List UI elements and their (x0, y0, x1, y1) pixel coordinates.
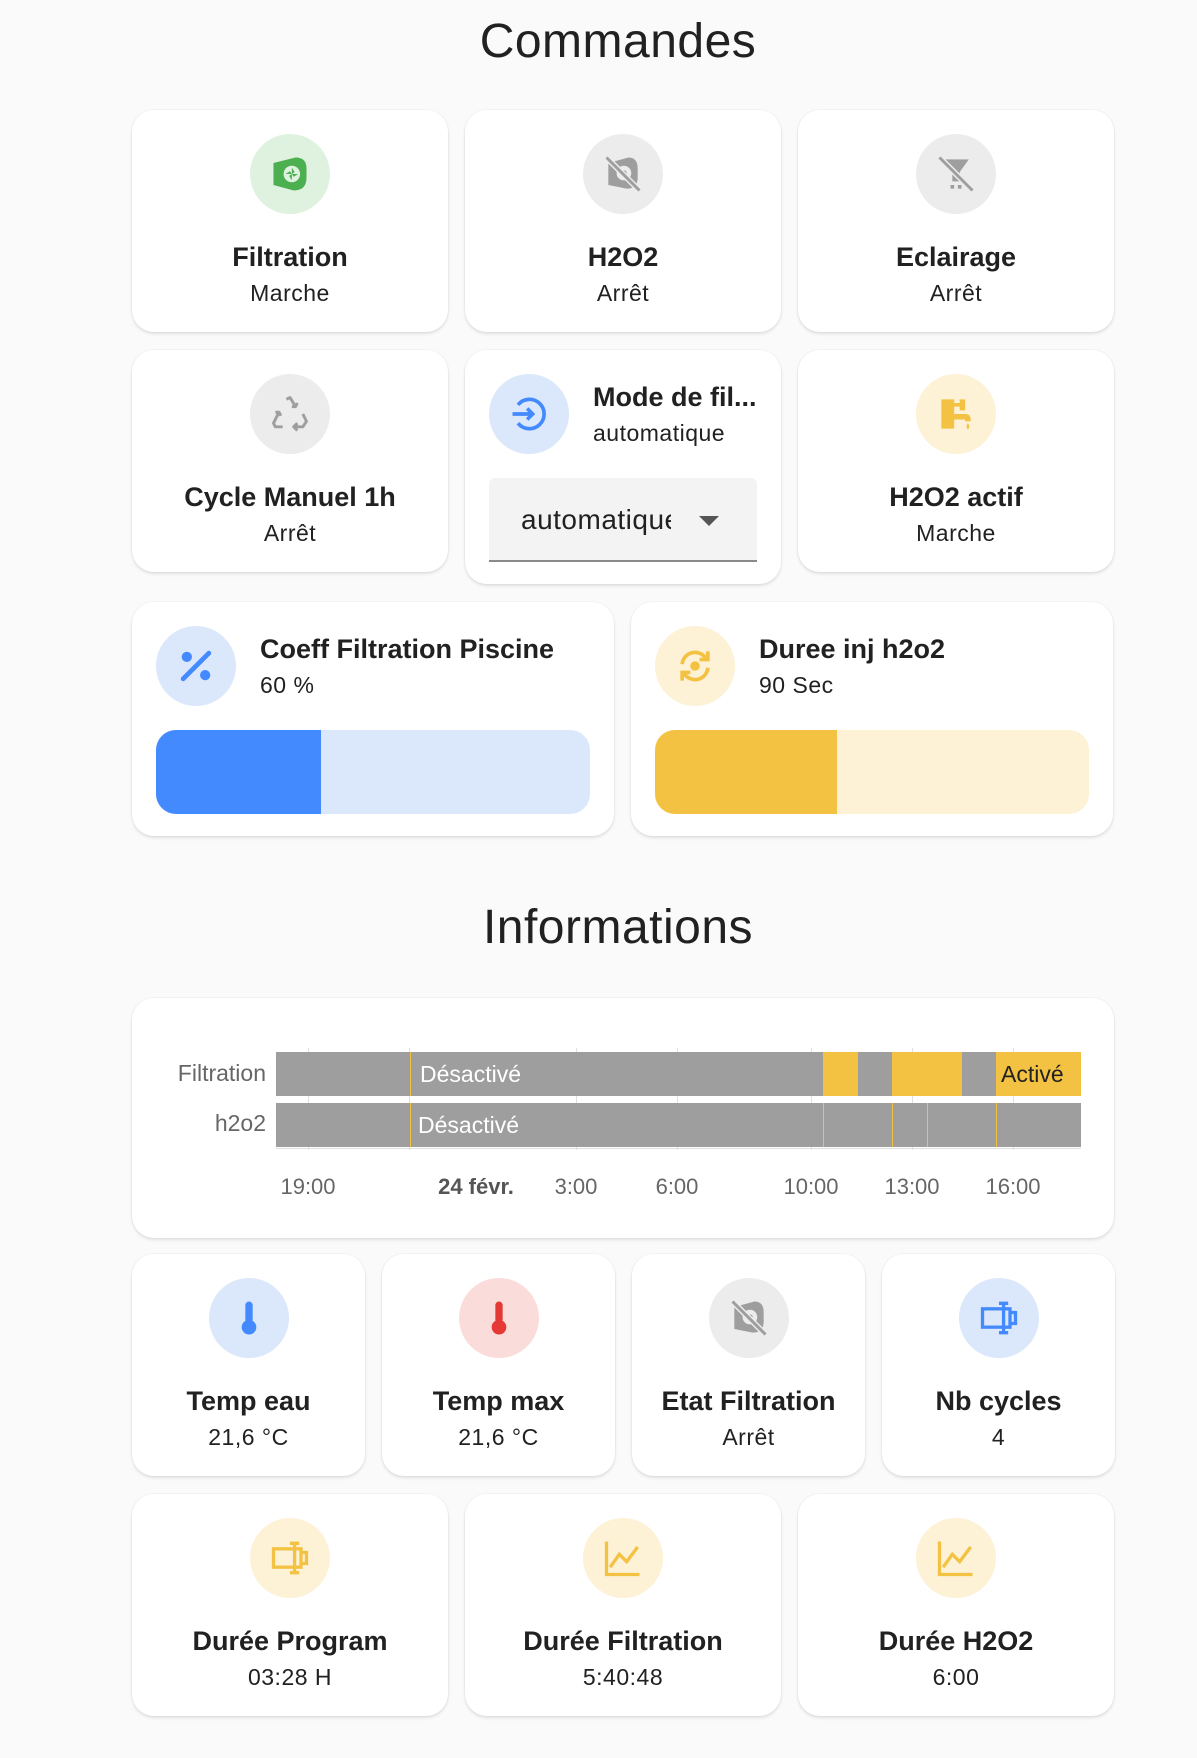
timeline-segment (892, 1103, 893, 1147)
temp-eau-name: Temp eau (186, 1386, 311, 1416)
thermometer-icon (208, 1278, 289, 1358)
history-timeline-card: Filtration Désactivé Activé h2o2 Désacti… (132, 998, 1114, 1238)
mode-name: Mode de fil... (593, 382, 757, 412)
filtration-state: Marche (250, 280, 330, 306)
nb-cycles-name: Nb cycles (935, 1386, 1062, 1416)
coeff-card: Coeff Filtration Piscine 60 % (132, 602, 614, 836)
duree-filtration-card[interactable]: Durée Filtration 5:40:48 (465, 1494, 781, 1716)
duree-inj-name: Duree inj h2o2 (759, 634, 946, 664)
pump-icon (250, 134, 330, 214)
timeline-segment[interactable] (823, 1052, 858, 1096)
mode-card: Mode de fil... automatique automatique (465, 350, 781, 584)
nb-cycles-state: 4 (991, 1424, 1006, 1450)
temp-eau-card[interactable]: Temp eau 21,6 °C (132, 1254, 365, 1476)
cycle-card[interactable]: Cycle Manuel 1h Arrêt (132, 350, 448, 572)
timeline-state-label: Désactivé (420, 1061, 521, 1087)
pump-off-icon (708, 1278, 789, 1358)
timeline-tick-label: 10:00 (783, 1174, 839, 1199)
chart-line-icon (583, 1518, 663, 1598)
temp-max-state: 21,6 °C (458, 1424, 539, 1450)
nb-cycles-card[interactable]: Nb cycles 4 (882, 1254, 1115, 1476)
timeline-axis (276, 1148, 1081, 1149)
timeline-tick-label: 16:00 (985, 1174, 1041, 1199)
h2o2-card[interactable]: H2O2 Arrêt (465, 110, 781, 332)
mode-select-value: automatique (521, 504, 671, 535)
timeline-row-label: h2o2 (214, 1110, 266, 1136)
h2o2-timeline-track[interactable]: Désactivé (276, 1103, 1081, 1147)
section-title-commandes: Commandes (479, 15, 757, 68)
light-off-icon (916, 134, 996, 214)
h2o2-state: Arrêt (596, 280, 650, 306)
timeline-segment (996, 1103, 997, 1147)
timeline-segment (823, 1103, 824, 1147)
duree-program-card[interactable]: Durée Program 03:28 H (132, 1494, 448, 1716)
filtration-name: Filtration (232, 242, 348, 272)
duree-inj-state: 90 Sec (759, 672, 834, 698)
duree-filtration-name: Durée Filtration (523, 1626, 723, 1656)
mode-select[interactable]: automatique (489, 478, 757, 562)
timeline-row-label: Filtration (177, 1060, 266, 1086)
timeline-segment[interactable] (927, 1052, 962, 1096)
cycle-name: Cycle Manuel 1h (184, 482, 396, 512)
temp-max-card[interactable]: Temp max 21,6 °C (382, 1254, 615, 1476)
timeline-segment (410, 1052, 411, 1096)
duree-inj-slider-fill (655, 730, 838, 814)
eclairage-card[interactable]: Eclairage Arrêt (798, 110, 1114, 332)
pump-off-icon (583, 134, 663, 214)
filtration-card[interactable]: Filtration Marche (132, 110, 448, 332)
timeline-tick-label: 3:00 (554, 1174, 598, 1199)
duree-h2o2-state: 6:00 (932, 1664, 980, 1690)
duree-h2o2-card[interactable]: Durée H2O2 6:00 (798, 1494, 1114, 1716)
coeff-slider-fill (156, 730, 321, 814)
timeline-segment[interactable] (892, 1052, 927, 1096)
eclairage-name: Eclairage (895, 242, 1017, 272)
recycle-icon (250, 374, 330, 454)
etat-filtration-name: Etat Filtration (661, 1386, 836, 1416)
section-title-informations: Informations (482, 901, 754, 954)
h2o2-actif-name: H2O2 actif (889, 482, 1023, 512)
temp-max-name: Temp max (432, 1386, 565, 1416)
sync-icon (655, 626, 735, 706)
duree-inj-card: Duree inj h2o2 90 Sec (631, 602, 1113, 836)
percent-icon (156, 626, 236, 706)
h2o2-name: H2O2 (587, 242, 659, 272)
counter-icon (250, 1518, 330, 1598)
duree-inj-slider[interactable] (655, 730, 1089, 814)
timeline-tick-label: 19:00 (280, 1174, 336, 1199)
timeline-tick-label: 24 févr. (438, 1174, 514, 1199)
eclairage-state: Arrêt (929, 280, 983, 306)
chevron-down-icon[interactable] (699, 516, 719, 526)
filtration-timeline-track[interactable]: Désactivé Activé (276, 1052, 1081, 1096)
coeff-name: Coeff Filtration Piscine (260, 634, 555, 664)
mode-state: automatique (593, 420, 726, 446)
cycle-state: Arrêt (263, 520, 317, 546)
timeline-tick-label: 13:00 (884, 1174, 940, 1199)
duree-program-state: 03:28 H (247, 1664, 333, 1690)
etat-filtration-state: Arrêt (722, 1424, 775, 1450)
counter-icon (958, 1278, 1039, 1358)
faucet-icon (916, 374, 996, 454)
h2o2-actif-state: Marche (916, 520, 996, 546)
chart-line-icon (916, 1518, 996, 1598)
timeline-state-label: Désactivé (418, 1112, 519, 1138)
duree-program-name: Durée Program (192, 1626, 388, 1656)
etat-filtration-card[interactable]: Etat Filtration Arrêt (632, 1254, 865, 1476)
coeff-state: 60 % (260, 672, 315, 698)
temp-eau-state: 21,6 °C (208, 1424, 289, 1450)
duree-h2o2-name: Durée H2O2 (878, 1626, 1034, 1656)
duree-filtration-state: 5:40:48 (582, 1664, 664, 1690)
arrow-circle-icon (489, 374, 569, 454)
thermometer-icon (458, 1278, 539, 1358)
timeline-state-label: Activé (1001, 1061, 1064, 1087)
timeline-tick-label: 6:00 (655, 1174, 699, 1199)
coeff-slider[interactable] (156, 730, 590, 814)
h2o2-actif-card[interactable]: H2O2 actif Marche (798, 350, 1114, 572)
timeline-segment (410, 1103, 411, 1147)
timeline-segment (927, 1103, 928, 1147)
